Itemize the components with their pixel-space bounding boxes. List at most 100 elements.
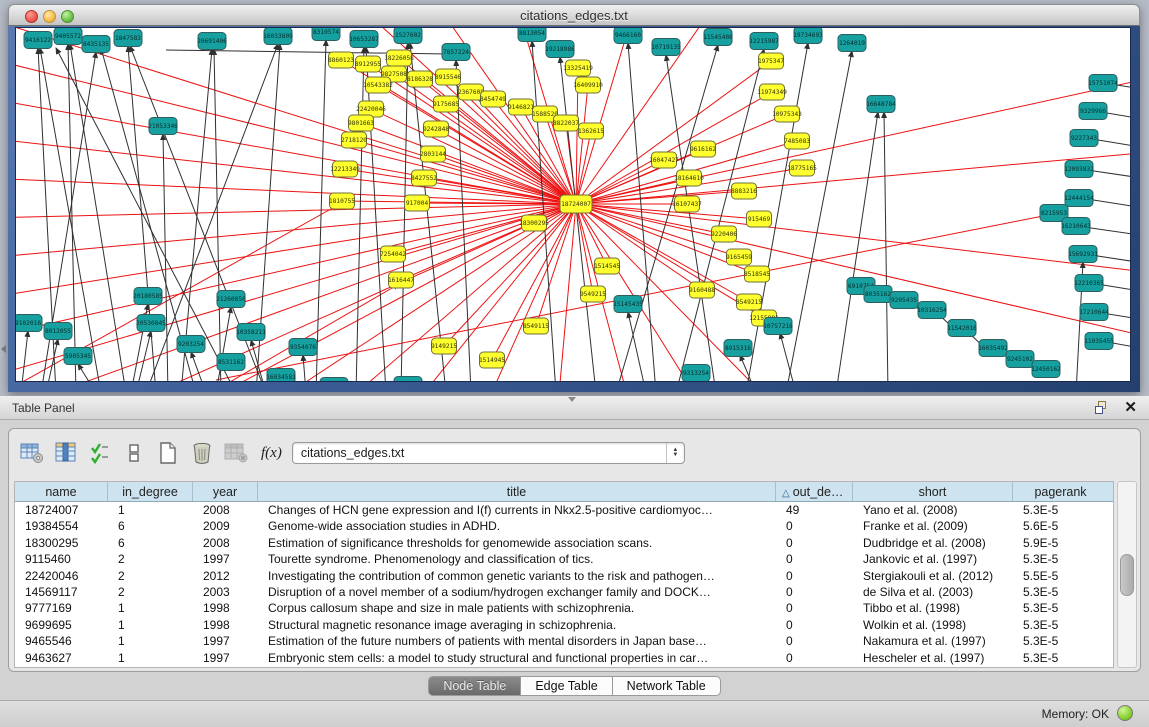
graph-node[interactable]: 9466160 [614,28,642,44]
graph-node[interactable]: 13325419 [563,60,593,76]
graph-node[interactable]: 1514545 [594,258,620,274]
table-cell[interactable]: 0 [776,551,853,567]
function-builder-icon[interactable]: f(x) [261,445,282,462]
new-table-icon[interactable] [155,440,181,466]
graph-node[interactable]: 18226058 [384,50,414,66]
table-cell[interactable]: Changes of HCN gene expression and I(f) … [258,502,776,518]
memory-status-indicator[interactable] [1117,705,1133,721]
graph-node[interactable]: 9313254 [682,365,710,382]
graph-node[interactable]: 18724007 [560,195,592,213]
window-titlebar[interactable]: citations_edges.txt [8,4,1140,26]
graph-node[interactable]: 20691406 [197,33,227,50]
table-cell[interactable]: 1 [108,650,193,666]
table-cell[interactable]: 0 [776,535,853,551]
graph-node[interactable]: 7857224 [442,44,470,61]
graph-node[interactable]: 1527602 [394,28,422,44]
graph-node[interactable]: 12215987 [749,33,779,50]
graph-node[interactable]: 915469 [747,211,772,227]
table-cell[interactable]: 6 [108,535,193,551]
graph-node[interactable]: 8310574 [312,28,340,41]
graph-node[interactable]: 9416122 [24,32,52,49]
table-cell[interactable]: 0 [776,617,853,633]
column-header-name[interactable]: name [15,482,108,501]
table-vertical-scrollbar[interactable] [1117,481,1137,668]
graph-node[interactable]: 15692931 [1068,246,1098,263]
graph-node[interactable]: 16033809 [263,28,293,45]
table-cell[interactable]: 0 [776,633,853,649]
graph-node[interactable]: 9203254 [177,336,205,353]
table-row[interactable]: 946554611997Estimation of the future num… [15,633,1113,649]
table-cell[interactable]: 22420046 [15,568,108,584]
graph-node[interactable]: 8035162 [864,286,892,303]
table-cell[interactable]: 1 [108,502,193,518]
table-cell[interactable]: Genome-wide association studies in ADHD. [258,518,776,534]
graph-node[interactable]: 8427552 [411,170,437,186]
tab-network-table[interactable]: Network Table [613,676,721,696]
graph-node[interactable]: 20530845 [136,315,166,332]
graph-node[interactable]: 16210643 [1061,218,1091,235]
table-cell[interactable]: 1 [108,633,193,649]
table-cell[interactable]: Corpus callosum shape and size in male p… [258,600,776,616]
table-row[interactable]: 1830029562008Estimation of significance … [15,535,1113,551]
network-canvas[interactable]: 1872400788601238912955182260589827508818… [15,27,1131,382]
table-cell[interactable]: 9699695 [15,617,108,633]
table-cell[interactable]: 0 [776,600,853,616]
table-cell[interactable]: Embryonic stem cells: a model to study s… [258,650,776,666]
close-panel-icon[interactable]: ✕ [1124,398,1137,416]
scrollbar-thumb[interactable] [1120,554,1134,596]
table-cell[interactable]: 1 [108,617,193,633]
table-cell[interactable]: Investigating the contribution of common… [258,568,776,584]
graph-node[interactable]: 8813054 [518,28,546,42]
table-cell[interactable]: Estimation of the future numbers of pati… [258,633,776,649]
graph-node[interactable]: 10316254 [917,302,947,319]
graph-node[interactable]: 5905345 [64,348,92,365]
table-row[interactable]: 911546021997Tourette syndrome. Phenomeno… [15,551,1113,567]
graph-node[interactable]: 21053346 [148,118,178,135]
graph-node[interactable]: 8912955 [355,56,381,72]
graph-node[interactable]: 9149215 [431,338,457,354]
graph-node[interactable]: 9801663 [348,115,374,131]
graph-node[interactable]: 18164610 [674,170,704,186]
graph-node[interactable]: 12213349 [330,161,360,177]
graph-node[interactable]: 18300295 [519,215,549,231]
table-cell[interactable]: 1997 [193,650,258,666]
table-cell[interactable]: Jankovic et al. (1997) [853,551,1013,567]
graph-node[interactable]: 12093832 [1064,161,1094,178]
graph-node[interactable]: 1362615 [578,123,604,139]
table-cell[interactable]: 5.3E-5 [1013,650,1108,666]
column-header-in_degree[interactable]: in_degree [108,482,193,501]
table-cell[interactable]: 5.3E-5 [1013,551,1108,567]
column-header-out_de[interactable]: △out_de… [776,482,853,501]
graph-node[interactable]: 1514945 [479,352,505,368]
table-cell[interactable]: Nakamura et al. (1997) [853,633,1013,649]
table-cell[interactable]: 2 [108,551,193,567]
table-cell[interactable]: 5.3E-5 [1013,502,1108,518]
tab-node-table[interactable]: Node Table [428,676,521,696]
table-cell[interactable]: Structural magnetic resonance image aver… [258,617,776,633]
graph-node[interactable]: 16034581 [266,369,296,383]
column-header-pagerank[interactable]: pagerank [1013,482,1108,501]
graph-node[interactable]: 7254042 [380,246,406,262]
table-cell[interactable]: 18300295 [15,535,108,551]
graph-node[interactable]: 8531162 [217,354,245,371]
table-cell[interactable]: 0 [776,568,853,584]
tab-edge-table[interactable]: Edge Table [521,676,612,696]
table-cell[interactable]: Estimation of significance thresholds fo… [258,535,776,551]
graph-node[interactable]: 9102016 [16,315,42,332]
graph-node[interactable]: 18775165 [787,160,817,176]
graph-node[interactable]: 11974349 [757,84,787,100]
graph-node[interactable]: 8549115 [523,318,549,334]
table-cell[interactable]: Dudbridge et al. (2008) [853,535,1013,551]
graph-node[interactable]: 21260850 [216,291,246,308]
graph-node[interactable]: 16107437 [672,196,702,212]
graph-node[interactable]: 8012055 [44,323,72,340]
table-cell[interactable]: 5.6E-5 [1013,518,1108,534]
table-cell[interactable]: 14569117 [15,584,108,600]
graph-node[interactable]: 917004 [405,195,430,211]
graph-node[interactable]: 10653287 [349,31,379,48]
graph-node[interactable]: 16648784 [866,96,896,113]
table-cell[interactable]: Hescheler et al. (1997) [853,650,1013,666]
graph-node[interactable]: 11545408 [703,29,733,46]
table-cell[interactable]: 9465546 [15,633,108,649]
graph-node[interactable]: 8518545 [744,266,770,282]
